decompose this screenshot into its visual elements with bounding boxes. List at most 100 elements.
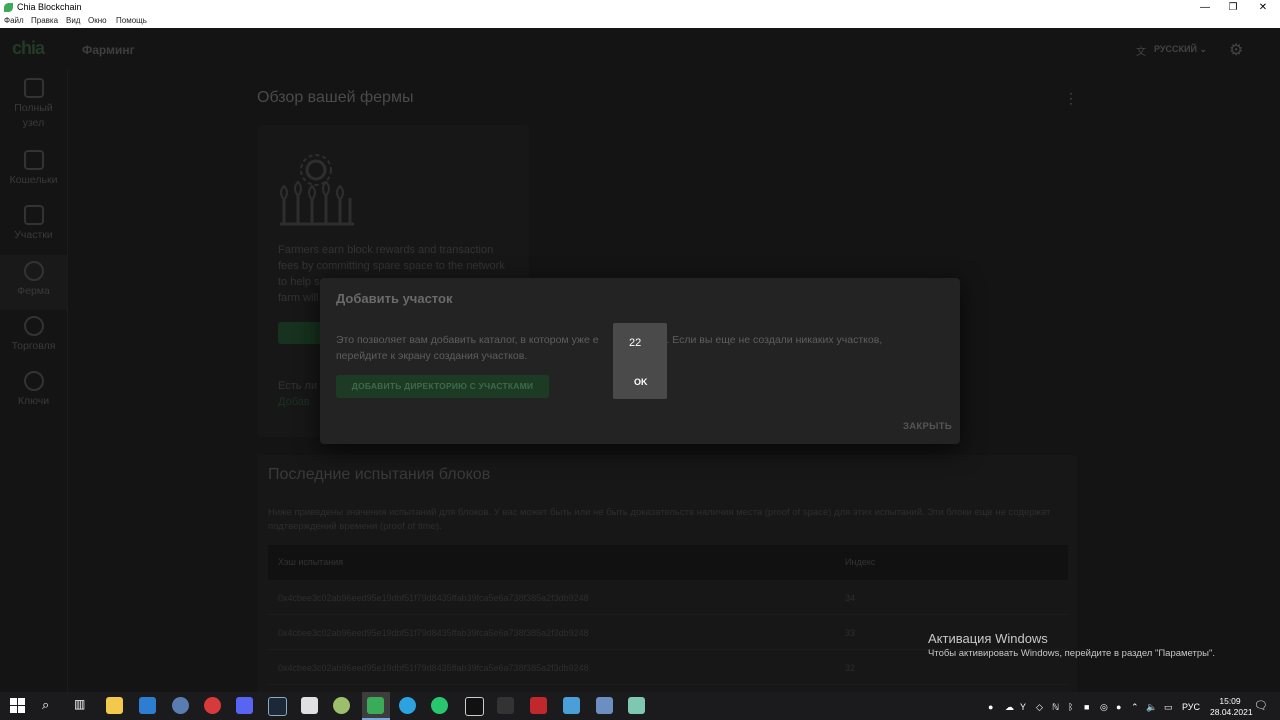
translate-icon: 文 — [1136, 47, 1146, 58]
wallet-icon — [23, 150, 44, 170]
dialog-title: Добавить участок — [336, 291, 453, 306]
sidebar-item-label: Участки — [14, 229, 53, 241]
sidebar-item-label: Полный — [14, 102, 53, 114]
challenge-hash: 0x4cbee3c02ab96eed95e19dbf51f79d8435ffab… — [278, 593, 589, 603]
sidebar-item-trading[interactable]: Торговля — [0, 316, 67, 354]
thermaltake-icon[interactable] — [465, 697, 484, 716]
challenge-index: 32 — [845, 663, 856, 673]
cloud-app-icon[interactable] — [563, 697, 580, 714]
tray-app-icon[interactable]: ℕ — [1052, 702, 1059, 713]
file-explorer-icon[interactable] — [106, 697, 123, 714]
close-window-button[interactable]: ✕ — [1246, 0, 1280, 15]
vscode-icon[interactable] — [139, 697, 156, 714]
farm-add-link[interactable]: Добав — [278, 396, 310, 408]
computer-app-icon[interactable] — [596, 697, 613, 714]
challenges-description: Ниже приведены значения испытаний для бл… — [268, 507, 1051, 532]
app-icon[interactable] — [333, 697, 350, 714]
dialog-body-line: перейдите к экрану создания участков. — [336, 350, 528, 362]
tray-cloud-icon[interactable]: ☁ — [1005, 702, 1014, 713]
farm-overview-heading: Обзор вашей фермы — [257, 89, 414, 106]
activation-title: Активация Windows — [928, 631, 1048, 646]
column-header-index: Индекс — [845, 557, 876, 567]
maximize-button[interactable]: ❐ — [1216, 0, 1250, 15]
clock[interactable]: 15:09 28.04.2021 — [1210, 696, 1253, 718]
plant-icon — [23, 261, 44, 281]
tray-steam-icon[interactable]: ◎ — [1100, 702, 1108, 713]
notifications-icon[interactable]: 🗨 — [1254, 699, 1268, 712]
dialog-body-line: Это позволяет вам добавить каталог, в ко… — [336, 334, 599, 346]
menu-window[interactable]: Окно — [88, 16, 107, 25]
table-header — [268, 545, 1068, 580]
browser-icon[interactable] — [172, 697, 189, 714]
farm-description-line: farm will — [278, 292, 319, 304]
chia-app-icon[interactable] — [367, 697, 384, 714]
menu-bar — [0, 15, 1280, 28]
notes-app-icon[interactable] — [628, 697, 645, 714]
challenge-index: 34 — [845, 593, 856, 603]
chia-logo: chia — [12, 38, 45, 58]
more-vert-icon[interactable]: ⋮ — [1064, 90, 1078, 107]
utorrent-icon[interactable] — [431, 697, 448, 714]
bluetooth-icon[interactable]: ᛒ — [1068, 702, 1073, 712]
tray-utorrent-icon[interactable]: ● — [1116, 702, 1121, 712]
pycharm-icon[interactable] — [497, 697, 514, 714]
tray-network-icon[interactable]: ◇ — [1036, 702, 1043, 713]
alert-message: 22 — [629, 337, 642, 349]
sidebar-item-label: Ферма — [17, 285, 50, 297]
volume-icon[interactable]: 🔈 — [1146, 702, 1157, 713]
challenge-hash: 0x4cbee3c02ab96eed95e19dbf51f79d8435ffab… — [278, 628, 589, 638]
chevron-down-icon: ⌄ — [1199, 44, 1207, 54]
trade-icon — [23, 316, 44, 336]
sidebar-item-label: Ключи — [17, 395, 50, 407]
steam-icon[interactable] — [268, 697, 287, 716]
home-icon — [23, 78, 44, 98]
search-icon[interactable]: ⌕ — [42, 697, 49, 713]
language-selector[interactable]: РУССКИЙ ⌄ — [1154, 44, 1207, 55]
yandex-browser-icon[interactable] — [204, 697, 221, 714]
menu-help[interactable]: Помощь — [116, 16, 147, 25]
notepad-icon[interactable] — [301, 697, 318, 714]
sidebar-item-keys[interactable]: Ключи — [0, 371, 67, 409]
input-language[interactable]: РУС — [1182, 702, 1200, 712]
farm-description-line: Farmers earn block rewards and transacti… — [278, 244, 494, 256]
window-title: Chia Blockchain — [17, 2, 82, 12]
network-icon[interactable]: ▭ — [1164, 702, 1173, 713]
farm-description-line: fees by committing spare space to the ne… — [278, 260, 505, 272]
key-ring-icon — [23, 371, 44, 391]
clock-time: 15:09 — [1219, 696, 1241, 706]
add-plot-directory-button[interactable]: ДОБАВИТЬ ДИРЕКТОРИЮ С УЧАСТКАМИ — [336, 375, 549, 398]
app-header — [0, 28, 1280, 70]
column-header-hash: Хэш испытания — [278, 557, 344, 567]
discord-icon[interactable] — [236, 697, 253, 714]
dialog-body-line: и. Если вы еще не создали никаких участк… — [660, 334, 883, 346]
tray-red-icon[interactable]: ■ — [1084, 702, 1089, 712]
sidebar-item-plots[interactable]: Участки — [0, 205, 67, 243]
task-view-icon[interactable]: ▥ — [74, 697, 85, 711]
chia-leaf-icon — [4, 3, 13, 12]
activation-subtitle: Чтобы активировать Windows, перейдите в … — [928, 648, 1215, 659]
sidebar-item-farm[interactable]: Ферма — [0, 261, 67, 299]
close-dialog-button[interactable]: ЗАКРЫТЬ — [903, 421, 952, 432]
windows-start-icon[interactable] — [10, 698, 25, 713]
menu-file[interactable]: Файл — [4, 16, 24, 25]
tray-show-hidden-icon[interactable]: ⌃ — [1131, 702, 1139, 713]
alert-box — [613, 323, 667, 399]
alert-ok-button[interactable]: OK — [634, 377, 648, 387]
sidebar-item-wallets[interactable]: Кошельки — [0, 150, 67, 188]
tray-yandex-icon[interactable]: Y — [1020, 702, 1026, 712]
menu-edit[interactable]: Правка — [31, 16, 58, 25]
menu-view[interactable]: Вид — [66, 16, 80, 25]
telegram-icon[interactable] — [399, 697, 416, 714]
language-label: РУССКИЙ — [1154, 44, 1197, 54]
farm-illustration-icon — [280, 154, 354, 226]
tray-telegram-icon[interactable]: ● — [988, 702, 993, 712]
farm-question: Есть ли — [278, 380, 318, 392]
gear-icon[interactable]: ⚙ — [1229, 40, 1243, 60]
sidebar-item-label: узел — [22, 117, 45, 129]
farm-description-line: to help s — [278, 276, 320, 288]
game-app-icon[interactable] — [530, 697, 547, 714]
sidebar-item-label: Кошельки — [9, 174, 58, 186]
clock-date: 28.04.2021 — [1210, 707, 1253, 717]
sidebar-item-full-node[interactable]: Полный узел — [0, 78, 67, 131]
challenges-title: Последние испытания блоков — [268, 466, 491, 483]
